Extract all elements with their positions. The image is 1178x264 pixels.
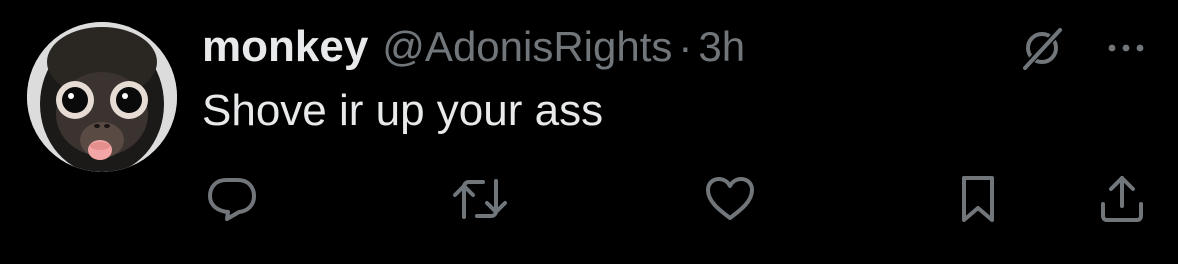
tweet-text: Shove ir up your ass — [202, 86, 604, 135]
avatar[interactable] — [27, 22, 177, 172]
like-button[interactable] — [700, 170, 760, 228]
retweet-icon — [453, 179, 507, 219]
share-icon — [1101, 176, 1143, 222]
timestamp[interactable]: 3h — [698, 23, 745, 71]
tweet[interactable]: monkey @AdonisRights · 3h Shove ir up yo… — [0, 0, 1178, 264]
bookmark-button[interactable] — [948, 170, 1008, 228]
monkey-avatar-image — [27, 22, 177, 172]
grok-icon — [1023, 27, 1063, 70]
more-button[interactable] — [1098, 20, 1154, 76]
reply-button[interactable] — [202, 170, 262, 228]
more-icon — [1108, 44, 1144, 52]
separator-dot: · — [678, 23, 693, 70]
bookmark-icon — [962, 176, 994, 222]
retweet-button[interactable] — [450, 170, 510, 228]
user-handle[interactable]: @AdonisRights — [382, 23, 672, 71]
reply-icon — [208, 178, 256, 221]
like-icon — [706, 177, 754, 220]
share-button[interactable] — [1092, 170, 1152, 228]
grok-button[interactable] — [1014, 20, 1070, 76]
display-name[interactable]: monkey — [202, 22, 368, 72]
tweet-header: monkey @AdonisRights · 3h — [202, 22, 745, 72]
